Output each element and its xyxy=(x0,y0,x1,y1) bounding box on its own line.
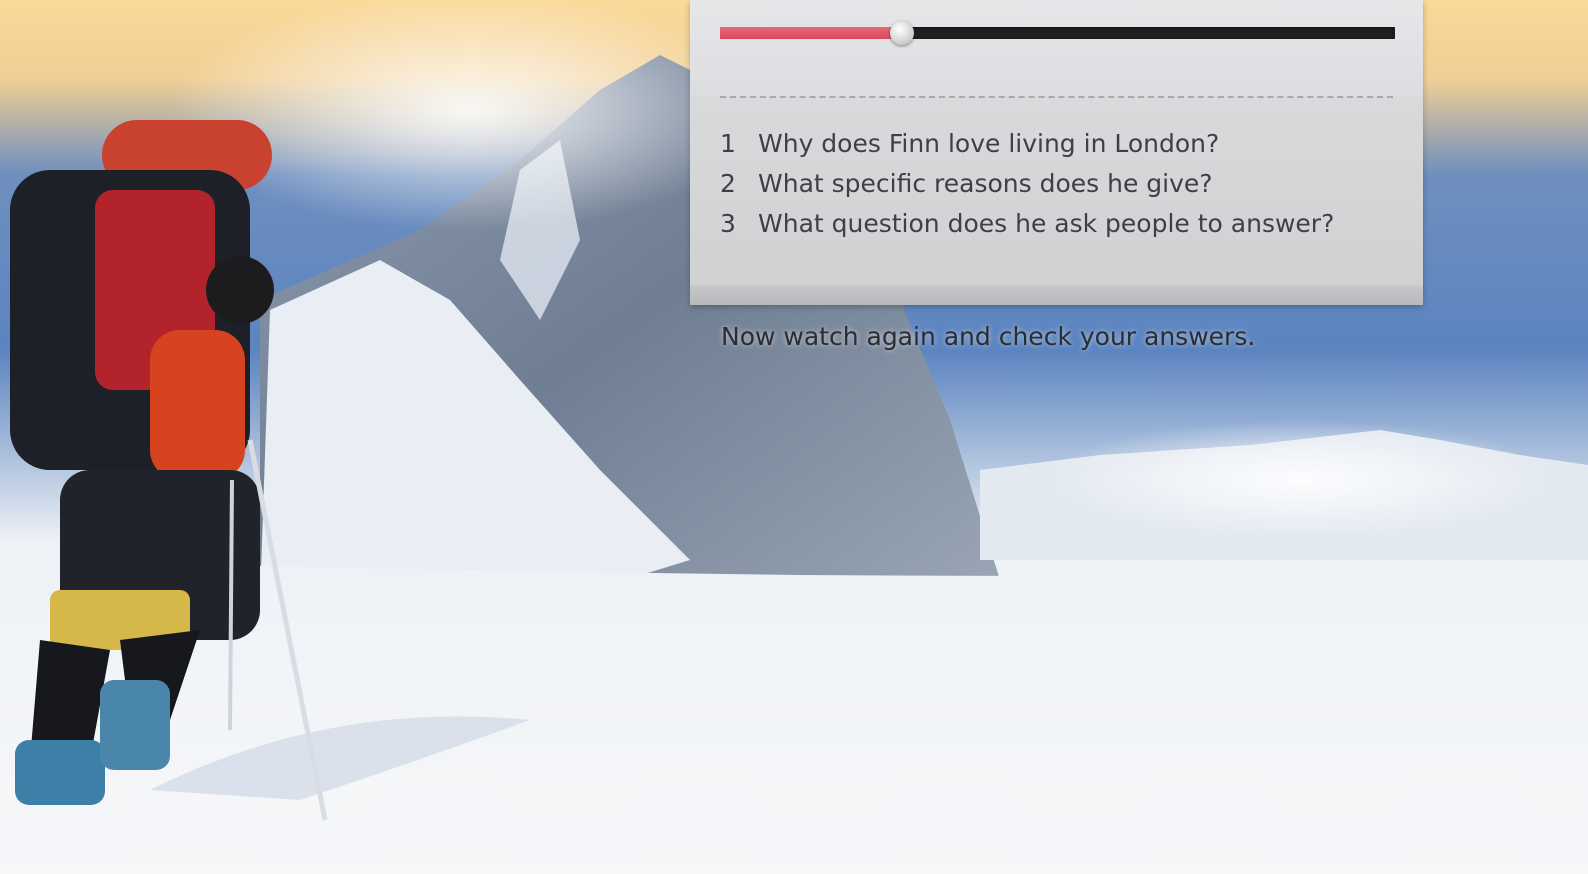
list-item: 1 Why does Finn love living in London? xyxy=(720,124,1334,164)
list-item: 3 What question does he ask people to an… xyxy=(720,204,1334,244)
panel-footer-bar xyxy=(690,285,1423,305)
video-question-panel: 1 Why does Finn love living in London? 2… xyxy=(690,0,1423,305)
question-list: 1 Why does Finn love living in London? 2… xyxy=(720,124,1334,244)
question-text: What specific reasons does he give? xyxy=(758,169,1213,198)
question-number: 2 xyxy=(720,169,736,198)
video-progress-slider[interactable] xyxy=(720,21,1395,45)
list-item: 2 What specific reasons does he give? xyxy=(720,164,1334,204)
question-number: 3 xyxy=(720,209,736,238)
question-text: Why does Finn love living in London? xyxy=(758,129,1220,158)
progress-fill xyxy=(720,27,903,39)
dashed-divider xyxy=(720,96,1393,98)
player-controls-area xyxy=(690,0,1423,96)
question-text: What question does he ask people to answ… xyxy=(758,209,1335,238)
question-number: 1 xyxy=(720,129,736,158)
instruction-text: Now watch again and check your answers. xyxy=(721,322,1256,351)
